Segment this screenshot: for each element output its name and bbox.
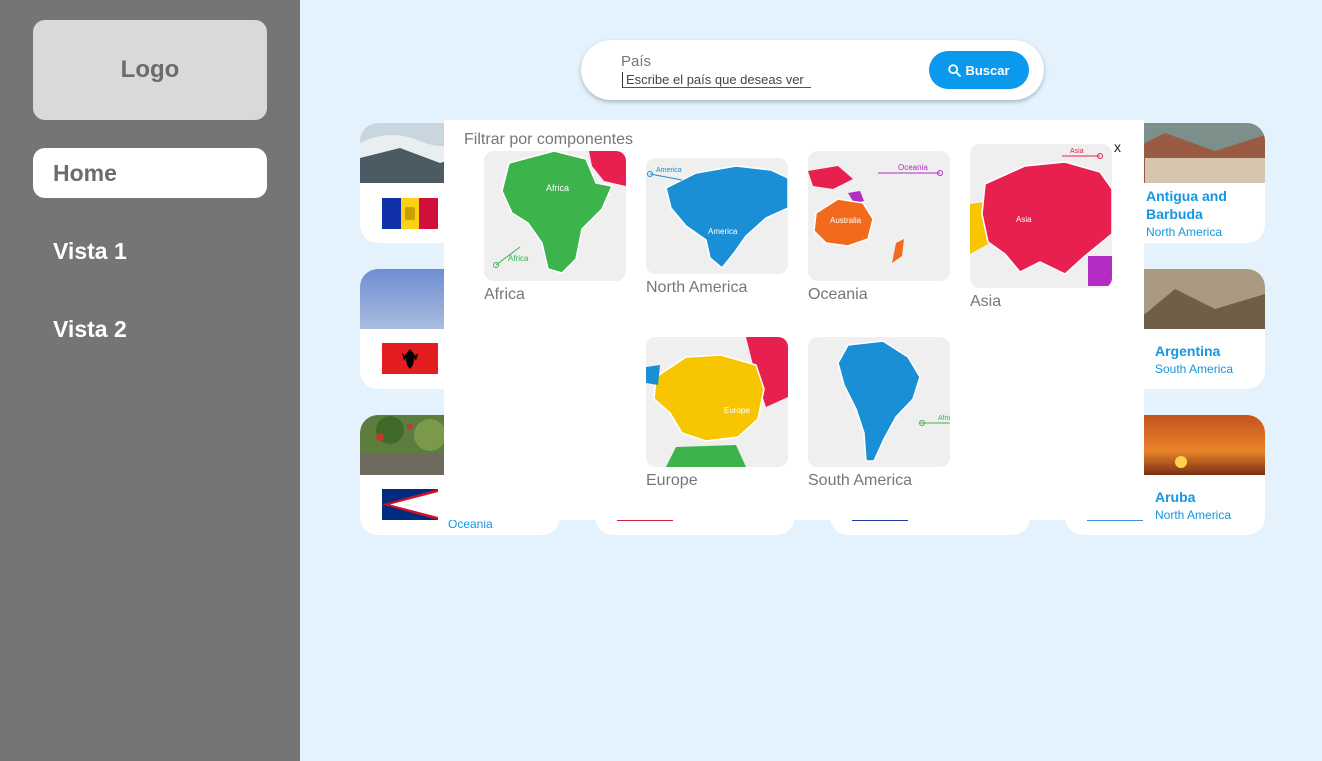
andorra-flag [382, 198, 438, 229]
svg-text:Australia: Australia [830, 216, 862, 225]
region-label: Africa [484, 286, 525, 303]
search-bar: País Buscar [581, 40, 1044, 100]
search-label: País [621, 53, 652, 70]
search-button[interactable]: Buscar [929, 51, 1029, 89]
nav-item-home[interactable]: Home [33, 148, 267, 198]
region-europe[interactable]: Europe Europe [646, 337, 788, 490]
country-name: Aruba [1155, 489, 1196, 505]
filter-popup: Filtrar por componentes x Africa Africa … [444, 120, 1144, 520]
american-samoa-flag [382, 489, 438, 520]
svg-text:Asia: Asia [1070, 148, 1084, 155]
region-asia[interactable]: Asia Asia Asia [970, 144, 1112, 311]
north-america-map: America America [646, 158, 788, 274]
europe-map: Europe [646, 337, 788, 467]
svg-text:Africa: Africa [508, 254, 529, 263]
region-label: North America [646, 279, 748, 296]
logo: Logo [33, 20, 267, 120]
nav-item-vista-1[interactable]: Vista 1 [33, 226, 267, 276]
filter-title: Filtrar por componentes [464, 131, 633, 148]
svg-text:America: America [656, 167, 682, 174]
region-africa[interactable]: Africa Africa Africa [484, 151, 626, 304]
region-label: Oceania [808, 286, 868, 303]
country-region: North America [1155, 508, 1232, 522]
country-name: Argentina [1155, 343, 1221, 359]
asia-map: Asia Asia [970, 144, 1112, 288]
svg-text:Asia: Asia [1016, 215, 1032, 224]
region-oceania[interactable]: Australia Oceania Oceania [808, 151, 950, 304]
region-north-america[interactable]: America America North America [646, 158, 788, 297]
search-button-label: Buscar [965, 62, 1010, 78]
sidebar: Logo Home Vista 1 Vista 2 [0, 0, 300, 761]
region-label: Europe [646, 472, 698, 489]
svg-text:Oceania: Oceania [898, 163, 928, 172]
region-label: Asia [970, 293, 1002, 310]
svg-text:Europe: Europe [724, 406, 750, 415]
south-america-map: Africa [808, 337, 950, 467]
country-region: North America [1146, 225, 1223, 239]
svg-text:Africa: Africa [546, 183, 569, 193]
region-label: South America [808, 472, 913, 489]
region-south-america[interactable]: Africa South America [808, 337, 950, 490]
search-input[interactable] [622, 72, 811, 88]
svg-text:America: America [708, 227, 738, 236]
nav-item-vista-2[interactable]: Vista 2 [33, 304, 267, 354]
albania-flag [382, 343, 438, 374]
oceania-map: Australia Oceania [808, 151, 950, 281]
country-region: South America [1155, 362, 1234, 376]
africa-map: Africa Africa [484, 151, 626, 281]
svg-text:Africa: Africa [938, 415, 950, 422]
country-name: Antigua and Barbuda [1146, 188, 1227, 222]
search-icon [948, 63, 962, 77]
close-button[interactable]: x [1114, 139, 1121, 155]
